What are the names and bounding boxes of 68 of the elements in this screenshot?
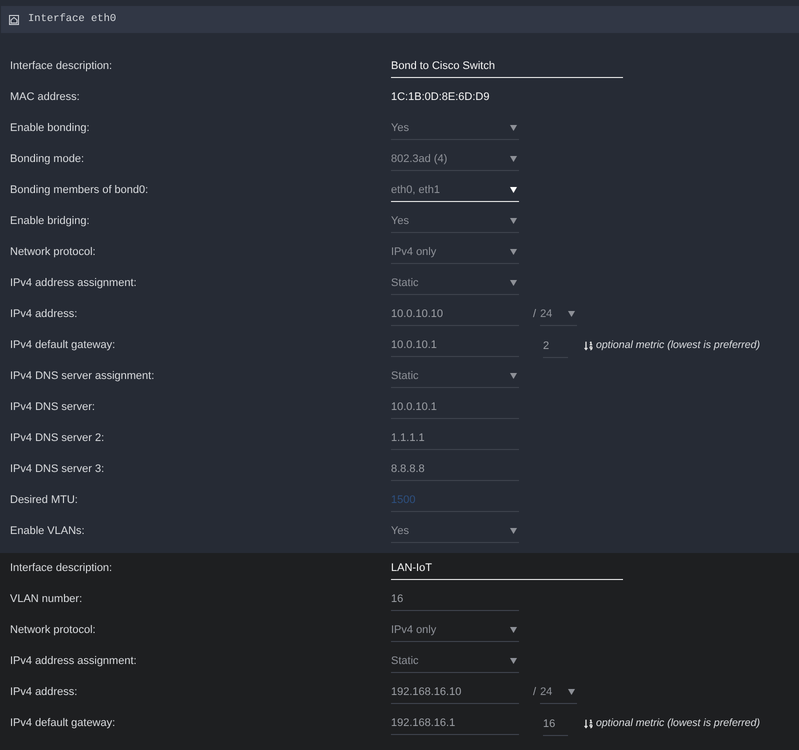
text-field[interactable]: 8.8.8.8 [391, 458, 519, 480]
sort-numeric-icon [584, 718, 593, 728]
dropdown[interactable]: Static [391, 272, 519, 294]
field-label: Network protocol: [10, 245, 97, 260]
field-label: IPv4 address: [10, 307, 78, 322]
caret-icon [510, 280, 517, 286]
text-field[interactable]: 10.0.10.10 [391, 304, 519, 326]
dropdown[interactable]: Static [391, 366, 519, 388]
mac-address-value: 1C:1B:0D:8E:6D:D9 [391, 90, 490, 106]
dropdown[interactable]: Yes [391, 118, 519, 140]
dropdown[interactable]: 24 [540, 682, 578, 704]
dropdown[interactable]: Static [391, 650, 519, 672]
caret-icon [510, 218, 517, 224]
text-field[interactable]: 16 [391, 588, 519, 610]
text-field[interactable]: 1.1.1.1 [391, 428, 519, 450]
field-label: Enable bridging: [10, 214, 91, 230]
field-label: Interface description: [10, 561, 114, 576]
field-label: IPv4 default gateway: [10, 716, 116, 732]
field-label: IPv4 DNS server: [10, 400, 96, 416]
field-label: Bonding members of bond0: [10, 183, 150, 198]
field-label: Network protocol: [10, 623, 97, 638]
dropdown[interactable]: Yes [391, 520, 519, 542]
caret-icon [568, 311, 576, 317]
caret-icon [510, 125, 517, 131]
text-field[interactable]: Bond to Cisco Switch [391, 56, 623, 78]
dropdown[interactable]: IPv4 only [391, 620, 519, 642]
field-label: VLAN number: [10, 592, 84, 608]
text-field[interactable]: 192.168.16.1 [391, 712, 519, 734]
dropdown[interactable]: eth0, eth1 [391, 180, 519, 202]
text-field[interactable]: 10.0.10.1 [391, 334, 519, 356]
field-label: IPv4 address assignment: [10, 654, 138, 670]
text-field[interactable]: 192.168.16.10 [391, 682, 519, 704]
dropdown[interactable]: 802.3ad (4) [391, 148, 519, 170]
field-label: Enable VLANs: [10, 524, 86, 540]
field-label: Interface description: [10, 59, 114, 74]
text-field[interactable]: LAN-IoT [391, 558, 623, 580]
text-field[interactable]: 10.0.10.1 [391, 396, 519, 418]
text-field[interactable]: 16 [543, 714, 568, 736]
caret-icon [510, 627, 517, 633]
metric-hint: optional metric (lowest is preferred) [596, 716, 760, 731]
header-title: Interface eth0 [28, 12, 116, 27]
caret-icon [510, 373, 517, 379]
field-label: IPv4 address assignment: [10, 276, 138, 292]
prefix-separator: / [533, 685, 536, 700]
field-label: IPv4 address: [10, 685, 78, 700]
prefix-separator: / [533, 307, 536, 322]
dropdown[interactable]: 24 [540, 304, 578, 326]
caret-icon [510, 528, 517, 534]
field-label: Desired MTU: [10, 493, 79, 508]
house-frame-icon [9, 14, 19, 24]
field-label: IPv4 default gateway: [10, 338, 116, 354]
metric-hint: optional metric (lowest is preferred) [596, 338, 760, 353]
field-label: Bonding mode: [10, 152, 85, 168]
text-field[interactable]: 2 [543, 336, 568, 358]
text-field[interactable]: 1500 [391, 490, 519, 512]
field-label: MAC address: [10, 90, 81, 106]
dropdown[interactable]: Yes [391, 210, 519, 232]
caret-icon [510, 187, 517, 193]
dropdown[interactable]: IPv4 only [391, 242, 519, 264]
field-label: Enable bonding: [10, 121, 91, 136]
sort-numeric-icon [584, 340, 593, 350]
field-label: IPv4 DNS server assignment: [10, 369, 156, 384]
caret-icon [510, 156, 517, 162]
field-label: IPv4 DNS server 3: [10, 462, 106, 478]
caret-icon [510, 658, 517, 664]
caret-icon [510, 249, 517, 255]
caret-icon [568, 689, 576, 695]
field-label: IPv4 DNS server 2: [10, 431, 106, 446]
